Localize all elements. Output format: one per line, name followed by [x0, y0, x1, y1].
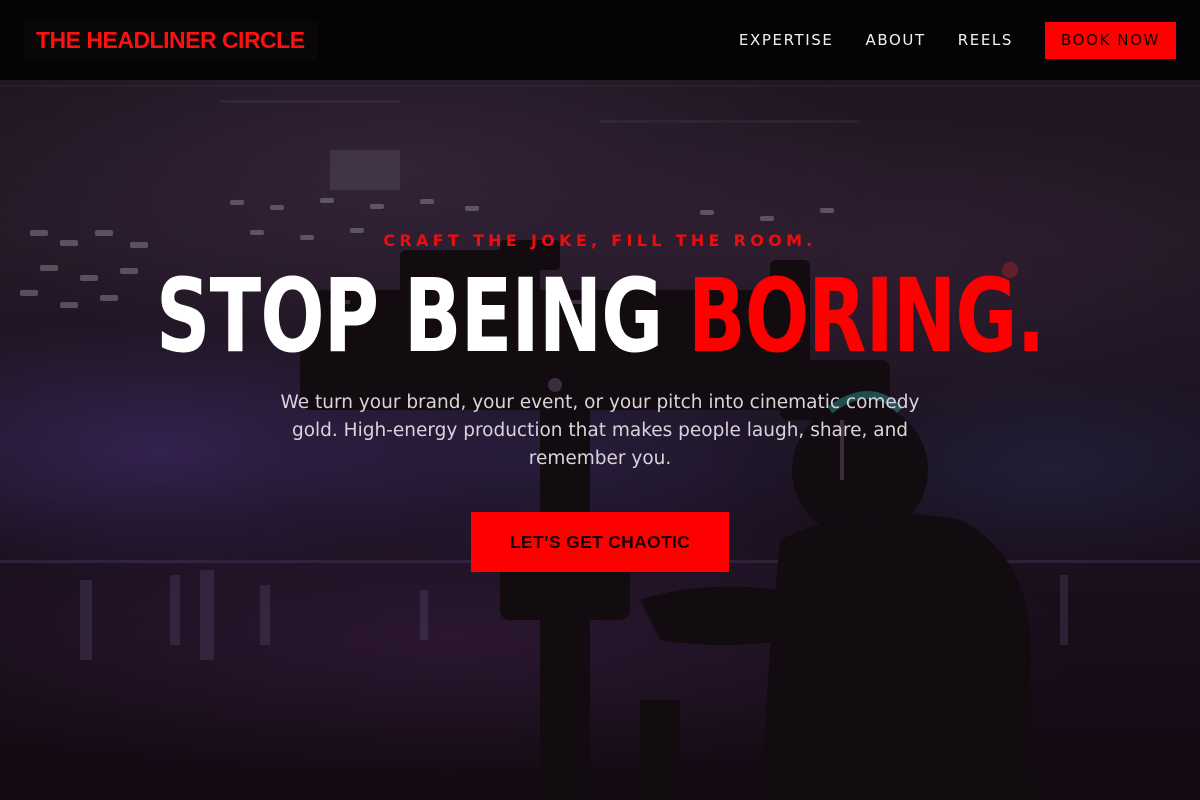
hero-section: THE HEADLINER CIRCLE EXPERTISE ABOUT REE…	[0, 0, 1200, 800]
headline-red-part: BORING.	[688, 257, 1045, 376]
headline-white-part: STOP BEING	[156, 257, 689, 376]
book-now-button[interactable]: BOOK NOW	[1045, 21, 1176, 59]
hero-subtitle: We turn your brand, your event, or your …	[280, 392, 920, 469]
brand-logo-text[interactable]: THE HEADLINER CIRCLE	[24, 20, 317, 60]
lets-get-chaotic-button[interactable]: LET’S GET CHAOTIC	[471, 512, 729, 572]
nav-link-expertise[interactable]: EXPERTISE	[739, 31, 834, 49]
hero-content: CRAFT THE JOKE, FILL THE ROOM. STOP BEIN…	[0, 0, 1200, 800]
nav-link-about[interactable]: ABOUT	[865, 31, 925, 49]
hero-headline: STOP BEING BORING.	[156, 262, 1045, 372]
hero-kicker: CRAFT THE JOKE, FILL THE ROOM.	[383, 231, 817, 250]
top-navigation-bar: THE HEADLINER CIRCLE EXPERTISE ABOUT REE…	[0, 0, 1200, 80]
nav-link-reels[interactable]: REELS	[958, 31, 1013, 49]
nav-links-group: EXPERTISE ABOUT REELS BOOK NOW	[739, 21, 1176, 59]
